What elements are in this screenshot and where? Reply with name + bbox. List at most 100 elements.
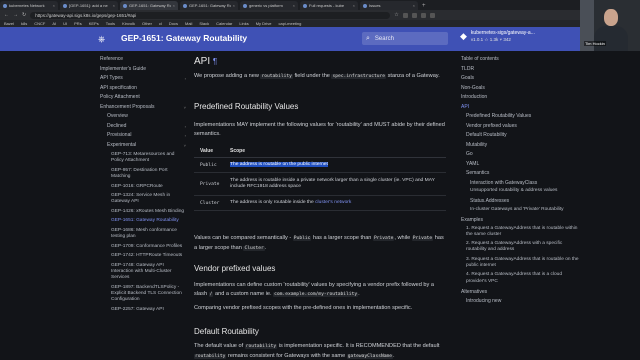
close-icon[interactable]: ×: [53, 3, 55, 8]
url-field[interactable]: https://gateway-api.sigs.k8s.io/geps/gep…: [30, 11, 391, 19]
toc-item[interactable]: Go: [461, 150, 579, 160]
bookmark[interactable]: AI: [52, 21, 56, 26]
extension-icon[interactable]: [411, 12, 417, 18]
nav-item-label: Enhancement Proposals: [100, 103, 155, 110]
bookmark[interactable]: PRs: [74, 21, 82, 26]
toc-item[interactable]: YAML: [461, 160, 579, 170]
nav-item-enhancement-proposals[interactable]: Enhancement Proposals ˅: [100, 103, 186, 113]
bookmark[interactable]: Links: [239, 21, 248, 26]
nav-item-api-types[interactable]: API Types ›: [100, 74, 186, 84]
bookmark[interactable]: Bazel: [4, 21, 14, 26]
webcam-person-head: [604, 9, 618, 26]
toc-item[interactable]: Introducing new: [461, 297, 579, 307]
toc-item[interactable]: Vendor prefixed values: [461, 122, 579, 132]
bookmark[interactable]: k8s: [21, 21, 27, 26]
bookmark[interactable]: Other: [142, 21, 152, 26]
chevron-down-icon[interactable]: ˅: [184, 103, 186, 113]
nav-gep-link[interactable]: GEP-1897: BackendTLSPolicy - Explicit Ba…: [100, 285, 186, 304]
nav-item-api-specification[interactable]: API specification: [100, 84, 186, 94]
toc-item[interactable]: TLDR: [461, 65, 579, 75]
search-box[interactable]: ⌕ Search: [362, 32, 448, 45]
new-tab-icon[interactable]: +: [422, 3, 426, 9]
extension-icon[interactable]: [429, 12, 435, 18]
nav-item-implementers-guide[interactable]: Implementer's Guide: [100, 65, 186, 75]
bookmark[interactable]: My Drive: [256, 21, 272, 26]
close-icon[interactable]: ×: [413, 3, 415, 8]
toc-item[interactable]: 4. Request a GatewayAddress that is a cl…: [461, 272, 579, 285]
close-icon[interactable]: ×: [233, 3, 235, 8]
bookmark[interactable]: capi-meeting: [278, 21, 301, 26]
nav-gep-link-active[interactable]: GEP-1651: Gateway Routability: [100, 218, 186, 224]
chevron-right-icon[interactable]: ›: [185, 122, 186, 132]
bookmark-star-icon[interactable]: ☆: [394, 12, 398, 18]
browser-tab[interactable]: Issues ×: [360, 1, 418, 10]
repo-link[interactable]: ◆ kubernetes-sigs/gateway-a... v1.0.1 ☆ …: [460, 30, 535, 43]
close-icon[interactable]: ×: [173, 3, 175, 8]
tab-favicon-icon: [183, 3, 187, 8]
close-icon[interactable]: ×: [293, 3, 295, 8]
clusters-network-link[interactable]: cluster's network: [315, 200, 351, 205]
nav-item-overview[interactable]: Overview: [100, 112, 186, 122]
toc-item[interactable]: 3. Request a GatewayAddress that is rout…: [461, 257, 579, 270]
nav-gep-link[interactable]: GEP-1016: GRPCRoute: [100, 184, 186, 190]
nav-gep-link[interactable]: GEP-1742: HTTPRoute Timeouts: [100, 253, 186, 259]
toc-item[interactable]: Mutability: [461, 141, 579, 151]
toc-item[interactable]: Goals: [461, 74, 579, 84]
bookmark[interactable]: Tools: [106, 21, 115, 26]
toc-item[interactable]: 1. Request a GatewayAddress that is rout…: [461, 226, 579, 239]
nav-gep-link[interactable]: GEP-1324: Service Mesh in Gateway API: [100, 193, 186, 206]
toc-item[interactable]: Non-Goals: [461, 84, 579, 94]
nav-gep-link[interactable]: GEP-713: Metaresources and Policy Attach…: [100, 152, 186, 165]
nav-gep-link[interactable]: GEP-1686: Mesh conformance testing plan: [100, 228, 186, 241]
chevron-right-icon[interactable]: ›: [185, 74, 186, 84]
nav-gep-link[interactable]: GEP-957: Destination Port Matching: [100, 168, 186, 181]
toc-item[interactable]: Default Routability: [461, 131, 579, 141]
close-icon[interactable]: ×: [113, 3, 115, 8]
toc-item[interactable]: Alternatives: [461, 288, 579, 298]
extension-icon[interactable]: [420, 12, 426, 18]
permalink-icon[interactable]: ¶: [213, 57, 217, 66]
toc-item[interactable]: Predefined Routability Values: [461, 112, 579, 122]
toc-item[interactable]: In-cluster Gateways and 'Private' Routab…: [461, 207, 579, 213]
logo-icon[interactable]: ⎈: [98, 34, 105, 45]
nav-gep-link[interactable]: GEP-1709: Conformance Profiles: [100, 244, 186, 250]
nav-gep-link[interactable]: GEP-1748: Gateway API Interaction with M…: [100, 263, 186, 282]
browser-tab[interactable]: Full requests - kube ×: [300, 1, 358, 10]
bookmark[interactable]: KEPs: [89, 21, 99, 26]
nav-item-experimental[interactable]: Experimental ˅: [100, 141, 186, 151]
forward-icon[interactable]: →: [13, 12, 18, 18]
toc-item[interactable]: 2. Request a GatewayAddress with a speci…: [461, 241, 579, 254]
bookmark[interactable]: UI: [63, 21, 67, 26]
toc-item[interactable]: Introduction: [461, 93, 579, 103]
nav-item-reference[interactable]: Reference: [100, 55, 186, 65]
bookmark[interactable]: Mail: [185, 21, 192, 26]
toc-item[interactable]: Unsupported routability & address values: [461, 188, 579, 194]
toc-item-active[interactable]: API: [461, 103, 579, 113]
browser-tab[interactable]: GEP-1651: Gateway Ro ×: [180, 1, 238, 10]
close-icon[interactable]: ×: [353, 3, 355, 8]
bookmark[interactable]: Kinvolk: [122, 21, 135, 26]
nav-gep-link[interactable]: GEP-2257: Gateway API: [100, 307, 186, 313]
toc-item[interactable]: Examples: [461, 216, 579, 226]
toc-item[interactable]: Semantics: [461, 169, 579, 179]
bookmark[interactable]: Calendar: [216, 21, 232, 26]
extension-icon[interactable]: [402, 12, 408, 18]
browser-tab-active[interactable]: GEP-1651: Gateway Ro ×: [120, 1, 178, 10]
bookmark[interactable]: Docs: [169, 21, 178, 26]
browser-tab[interactable]: [GEP-1651]: add a ne ×: [60, 1, 118, 10]
bookmark[interactable]: Slack: [199, 21, 209, 26]
reload-icon[interactable]: ↻: [22, 12, 26, 18]
nav-item-provisional[interactable]: Provisional ›: [100, 131, 186, 141]
nav-gep-link[interactable]: GEP-1426: xRoutes Mesh Binding: [100, 209, 186, 215]
toc-item[interactable]: Interaction with GatewayClass: [461, 179, 579, 189]
bookmark[interactable]: cl: [159, 21, 162, 26]
browser-tab[interactable]: kubernetes Network ×: [0, 1, 58, 10]
chevron-down-icon[interactable]: ˅: [184, 141, 186, 151]
back-icon[interactable]: ←: [4, 12, 9, 18]
browser-tab[interactable]: generic vs platform ×: [240, 1, 298, 10]
nav-item-declined[interactable]: Declined ›: [100, 122, 186, 132]
nav-item-policy-attachment[interactable]: Policy Attachment: [100, 93, 186, 103]
chevron-right-icon[interactable]: ›: [185, 131, 186, 141]
toc-item[interactable]: Status.Addresses: [461, 197, 579, 207]
bookmark[interactable]: CNCF: [34, 21, 45, 26]
